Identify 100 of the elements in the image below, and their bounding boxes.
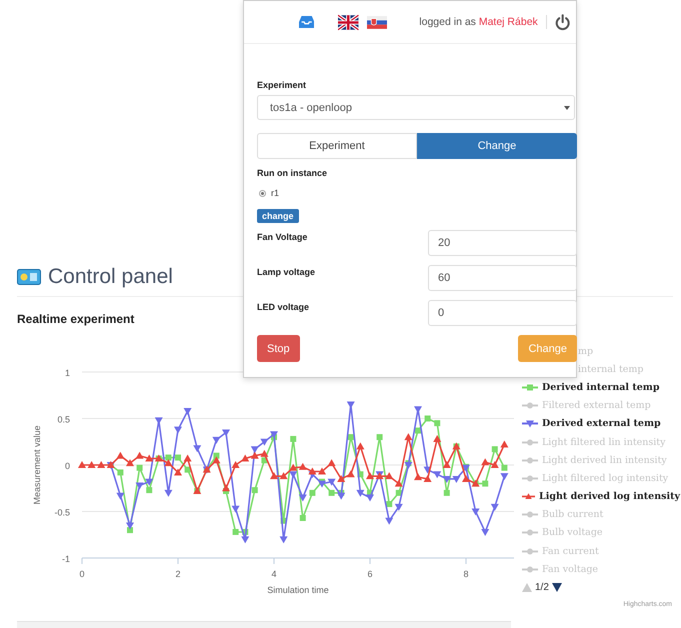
point bbox=[318, 468, 326, 475]
point bbox=[500, 440, 508, 448]
point bbox=[501, 464, 508, 471]
point bbox=[442, 476, 451, 483]
point bbox=[270, 472, 278, 480]
stop-button[interactable]: Stop bbox=[257, 335, 300, 362]
point bbox=[337, 492, 346, 500]
inbox-icon[interactable] bbox=[299, 14, 314, 30]
y-tick-label: -1 bbox=[62, 554, 70, 564]
user-name-link[interactable]: Matej Rábek bbox=[478, 16, 538, 28]
point bbox=[414, 473, 422, 480]
input-field[interactable]: 20 bbox=[428, 230, 577, 256]
point bbox=[300, 515, 306, 522]
point bbox=[481, 528, 490, 536]
point bbox=[298, 462, 307, 470]
x-tick-label: 6 bbox=[368, 569, 372, 579]
input-field[interactable]: 60 bbox=[428, 265, 577, 291]
legend-item[interactable]: Derived internal temp bbox=[542, 382, 660, 393]
point bbox=[252, 487, 258, 494]
point bbox=[117, 469, 124, 476]
field-label: Fan Voltage bbox=[257, 232, 308, 242]
point bbox=[232, 506, 240, 513]
point bbox=[500, 473, 508, 480]
point bbox=[260, 450, 268, 457]
point bbox=[472, 508, 480, 516]
point bbox=[394, 504, 403, 511]
point bbox=[482, 480, 488, 487]
point bbox=[184, 454, 192, 462]
point bbox=[241, 536, 250, 544]
point bbox=[174, 426, 182, 434]
point bbox=[424, 474, 432, 482]
point bbox=[136, 464, 143, 471]
point bbox=[318, 480, 326, 488]
input-field[interactable]: 0 bbox=[428, 300, 577, 326]
y-tick-label: 0.5 bbox=[57, 414, 70, 424]
point bbox=[116, 452, 124, 459]
point bbox=[232, 528, 239, 535]
point bbox=[145, 478, 154, 486]
x-tick-label: 8 bbox=[464, 569, 468, 579]
login-status: logged in as Matej Rábek bbox=[419, 16, 538, 28]
point bbox=[356, 490, 364, 497]
radio-button[interactable] bbox=[259, 190, 266, 196]
point bbox=[328, 490, 335, 496]
point bbox=[136, 482, 144, 490]
x-tick-label: 4 bbox=[272, 569, 276, 579]
power-icon[interactable] bbox=[554, 12, 570, 32]
point bbox=[146, 487, 152, 494]
point bbox=[193, 445, 202, 452]
radio-label[interactable]: r1 bbox=[271, 188, 280, 198]
point bbox=[280, 472, 288, 480]
y-tick-label: 1 bbox=[64, 368, 70, 378]
tab[interactable]: Experiment bbox=[257, 133, 417, 159]
point bbox=[444, 490, 450, 496]
point bbox=[260, 438, 268, 446]
point bbox=[127, 527, 133, 534]
field-label: Run on instance bbox=[257, 168, 328, 178]
change-button[interactable]: Change bbox=[518, 335, 577, 362]
point bbox=[212, 436, 220, 444]
caret-icon bbox=[564, 106, 570, 110]
page-title: Control panel bbox=[48, 265, 173, 289]
point bbox=[404, 462, 412, 469]
point bbox=[126, 522, 134, 530]
point bbox=[184, 408, 192, 416]
point bbox=[126, 459, 134, 466]
field-label: LED voltage bbox=[257, 302, 310, 312]
point bbox=[442, 461, 451, 468]
point bbox=[376, 434, 383, 440]
point bbox=[492, 446, 498, 452]
point bbox=[434, 420, 440, 426]
legend-page-number: 1/2 bbox=[535, 582, 549, 594]
point bbox=[290, 436, 296, 442]
point bbox=[452, 476, 460, 483]
uk-flag-icon[interactable] bbox=[338, 14, 359, 30]
point bbox=[366, 472, 374, 480]
point bbox=[346, 470, 355, 478]
experiment-select[interactable]: tos1a - openloop bbox=[257, 95, 575, 120]
legend-item[interactable]: Light derived log intensity bbox=[539, 491, 680, 502]
x-tick-label: 2 bbox=[176, 569, 180, 579]
point bbox=[386, 501, 392, 508]
control-panel-icon bbox=[17, 269, 41, 285]
page-down-icon[interactable] bbox=[552, 583, 562, 592]
point bbox=[116, 492, 124, 500]
field-label: Experiment bbox=[257, 80, 308, 90]
point bbox=[212, 456, 220, 464]
point bbox=[250, 446, 259, 454]
point bbox=[424, 416, 431, 422]
point bbox=[433, 471, 442, 478]
point bbox=[328, 478, 336, 486]
legend-item[interactable]: Derived external temp bbox=[542, 418, 661, 430]
point bbox=[385, 472, 394, 480]
point bbox=[78, 461, 86, 468]
change-instance-button[interactable]: change bbox=[257, 209, 299, 223]
point bbox=[433, 434, 442, 442]
point bbox=[175, 454, 181, 461]
slovak-flag-icon[interactable] bbox=[366, 14, 388, 30]
y-axis-title: Measurement value bbox=[32, 425, 42, 505]
point bbox=[184, 466, 191, 473]
point bbox=[328, 459, 336, 466]
tab[interactable]: Change bbox=[417, 133, 577, 159]
point bbox=[145, 454, 154, 462]
